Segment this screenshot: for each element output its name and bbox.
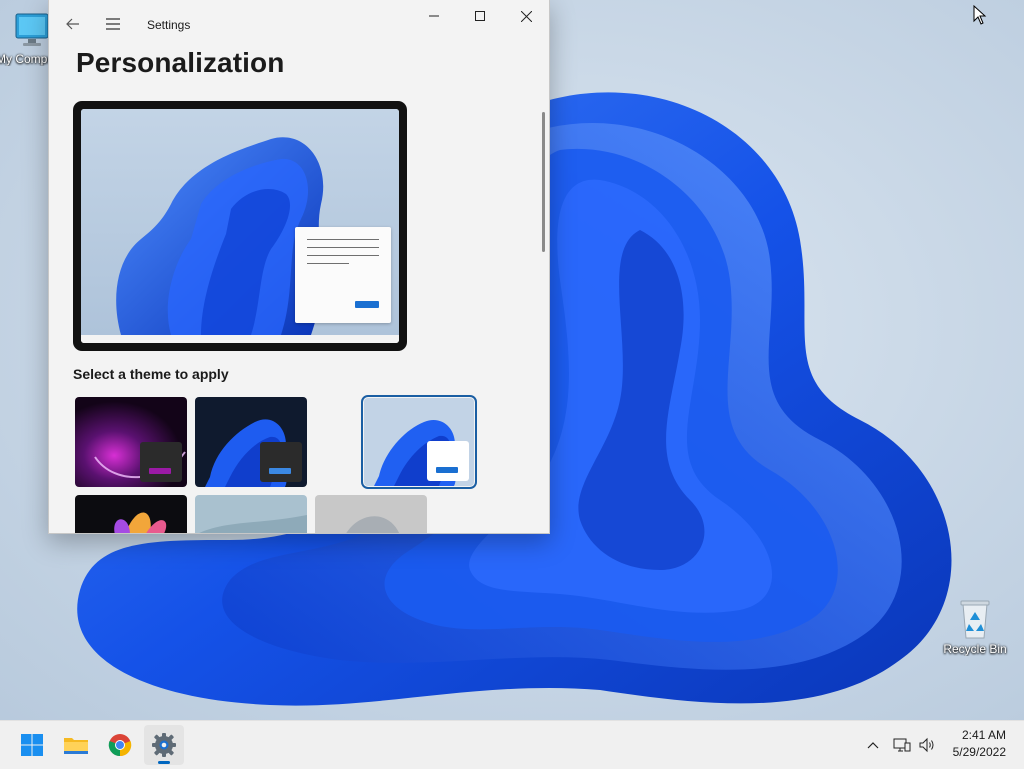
taskbar-settings[interactable] [144,725,184,765]
back-arrow-icon [66,18,79,30]
maximize-button[interactable] [457,0,503,32]
chevron-up-icon [867,742,879,749]
preview-taskbar [81,335,399,343]
network-icon [893,738,911,752]
back-button[interactable] [61,12,85,36]
start-button[interactable] [12,725,52,765]
clock[interactable]: 2:41 AM 5/29/2022 [936,727,1006,761]
theme-thumbnail [75,495,187,533]
vertical-scrollbar[interactable] [542,112,545,252]
window-title: Settings [147,18,191,32]
desktop-icon-label: Recycle Bin [943,642,1007,656]
minimize-icon [429,15,439,17]
preview-dialog-button [355,301,379,308]
preview-dialog-window [295,227,391,323]
theme-tile-flow[interactable] [195,495,307,533]
folder-icon [64,738,88,754]
minimize-button[interactable] [411,0,457,32]
theme-tile-windows-light[interactable] [361,395,477,489]
maximize-icon [475,11,485,21]
windows-logo-icon [21,734,43,756]
desktop-icon-recycle-bin[interactable]: Recycle Bin [939,598,1011,656]
hamburger-menu-icon [106,18,120,30]
speaker-icon [919,737,934,753]
network-button[interactable] [890,721,914,769]
theme-tile-windows-dark[interactable] [195,397,307,487]
theme-tile-glow-dark[interactable] [75,397,187,487]
taskbar-file-explorer[interactable] [56,725,96,765]
taskbar-chrome[interactable] [100,725,140,765]
clock-date: 5/29/2022 [952,745,1006,759]
theme-preview-screen [81,109,399,343]
taskbar: 2:41 AM 5/29/2022 [0,720,1024,769]
close-icon [520,10,532,22]
page-title: Personalization [76,47,285,78]
theme-section-label: Select a theme to apply [73,366,229,382]
computer-icon [15,13,49,46]
recycle-bin-icon [960,600,990,639]
navigation-menu-button[interactable] [101,12,125,36]
clock-time: 2:41 AM [961,728,1006,742]
active-app-indicator [158,761,170,764]
title-bar[interactable]: Settings [49,0,549,48]
settings-window[interactable]: Settings Personalization Select a theme … [48,0,550,534]
mouse-cursor-icon [973,5,987,25]
chrome-icon [108,734,132,757]
theme-preview [73,101,407,351]
gear-icon [152,733,176,757]
close-button[interactable] [503,0,549,32]
theme-thumbnail [315,495,427,533]
theme-thumbnail [195,495,307,533]
theme-tile-sunrise[interactable] [315,495,427,533]
show-hidden-icons-button[interactable] [862,721,884,769]
theme-tile-captured-motion[interactable] [75,495,187,533]
